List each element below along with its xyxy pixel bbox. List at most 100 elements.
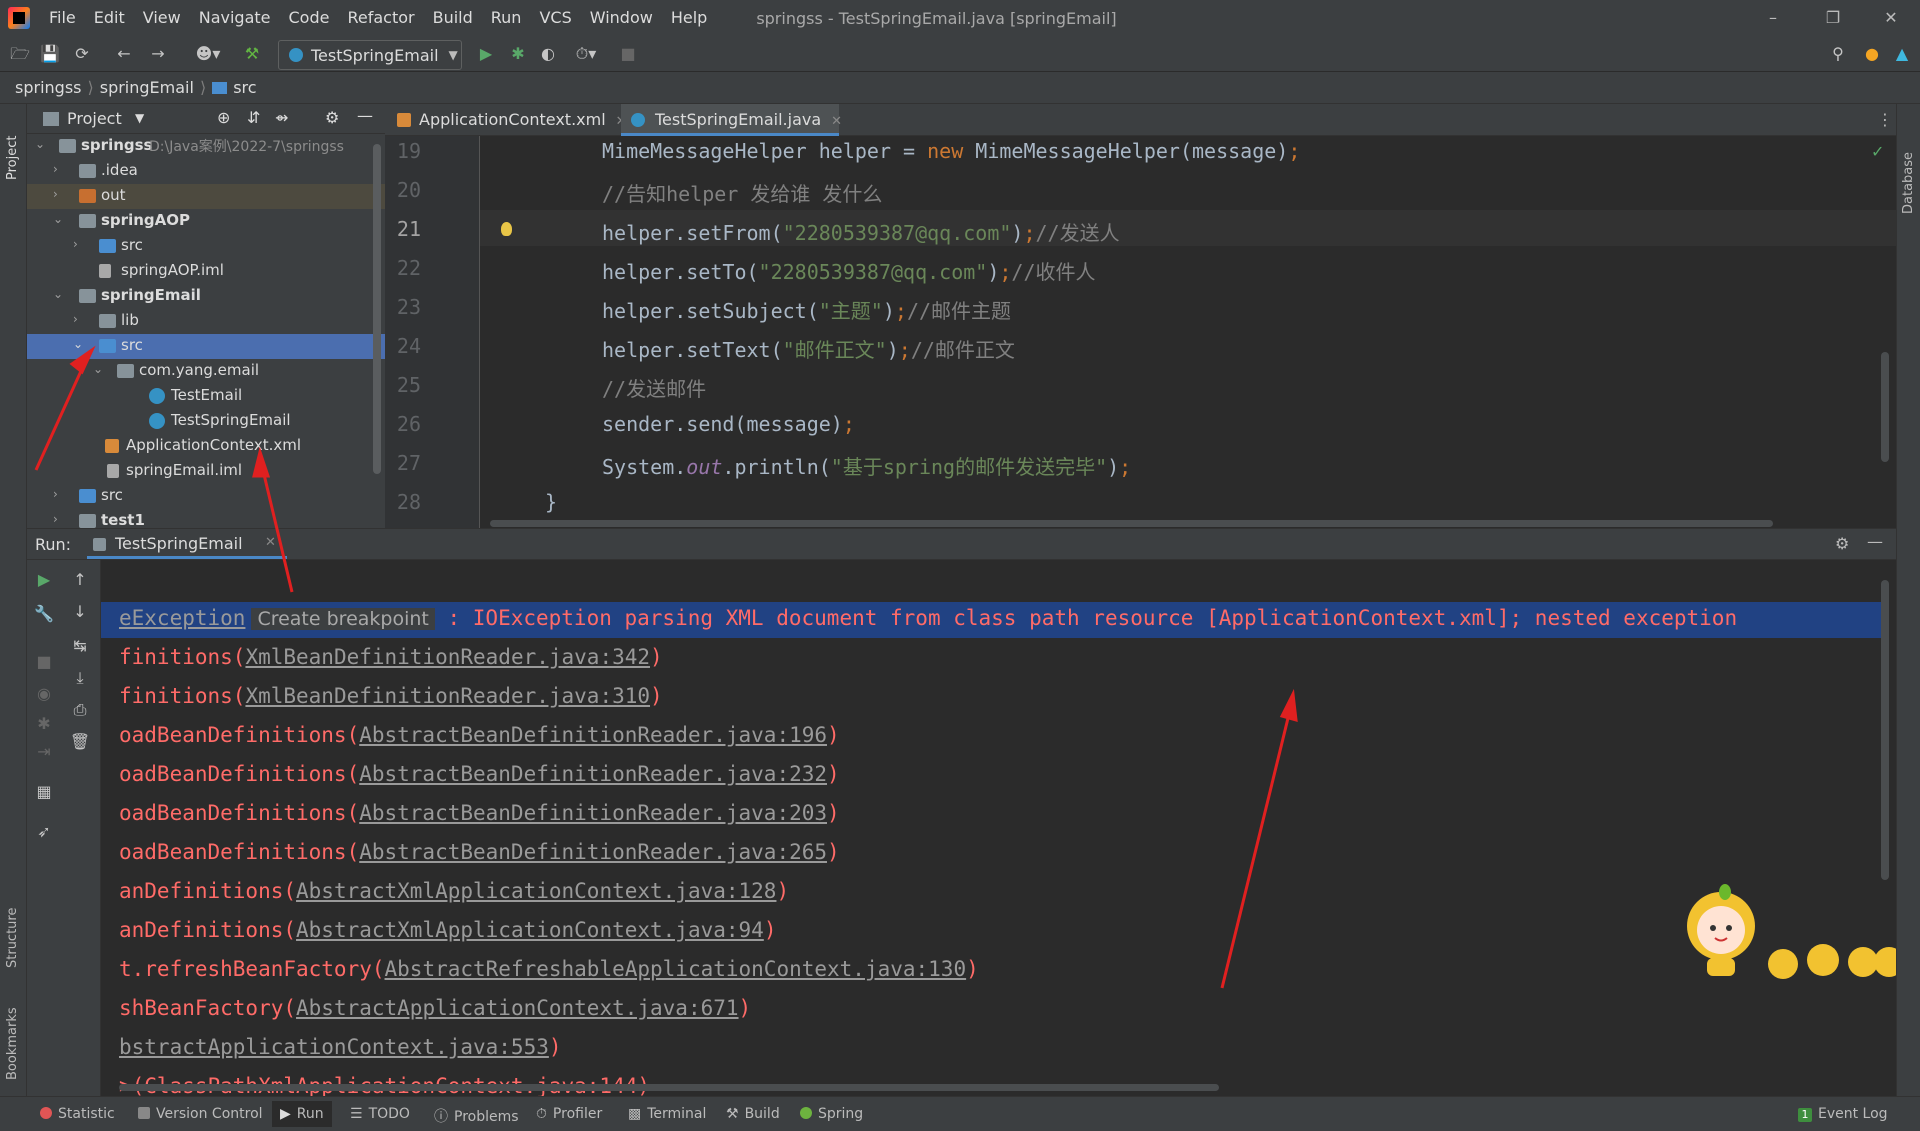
console-output[interactable]: eException Create breakpoint : IOExceptio… [101, 560, 1896, 1096]
chevron-down-icon[interactable]: ⌄ [53, 212, 67, 226]
run-configuration-dropdown[interactable]: TestSpringEmail ▼ [278, 40, 462, 70]
tree-item-out[interactable]: › out [27, 184, 385, 209]
debug-icon[interactable]: ✱ [33, 714, 55, 736]
stack-link[interactable]: AbstractRefreshableApplicationContext.ja… [385, 957, 967, 981]
profiler-tool-button[interactable]: ⏱ Profiler [536, 1106, 602, 1122]
stack-link[interactable]: AbstractXmlApplicationContext.java:128 [296, 879, 776, 903]
up-arrow-icon[interactable]: ↑ [69, 570, 91, 592]
restore-icon[interactable]: ❐ [1804, 0, 1862, 36]
stack-link[interactable]: AbstractBeanDefinitionReader.java:203 [359, 801, 827, 825]
menu-view[interactable]: View [134, 0, 190, 36]
event-log-tool-button[interactable]: 1 Event Log [1798, 1106, 1888, 1122]
hide-panel-icon[interactable]: — [1867, 532, 1883, 551]
structure-tool-button[interactable]: Structure [5, 888, 20, 968]
chevron-down-icon[interactable]: ⌄ [35, 137, 49, 151]
bookmarks-tool-button[interactable]: Bookmarks [5, 990, 20, 1080]
chevron-right-icon[interactable]: › [73, 237, 87, 251]
console-horizontal-scrollbar[interactable] [119, 1084, 1219, 1091]
tree-item-lib[interactable]: › lib [27, 309, 385, 334]
tree-item-springemail-iml[interactable]: springEmail.iml [27, 459, 385, 484]
todo-tool-button[interactable]: ☰ TODO [350, 1106, 410, 1122]
expand-all-icon[interactable]: ⇵ [247, 108, 260, 127]
tree-item-springss[interactable]: ⌄ springss D:\Java案例\2022-7\springss [27, 134, 385, 159]
wrench-icon[interactable]: 🔧 [33, 604, 55, 626]
console-vertical-scrollbar[interactable] [1881, 580, 1889, 880]
tab-testspringemail[interactable]: TestSpringEmail.java ✕ [621, 104, 842, 136]
stop-icon[interactable]: ■ [33, 652, 55, 674]
menu-help[interactable]: Help [662, 0, 716, 36]
close-tab-icon[interactable]: ✕ [265, 535, 276, 550]
tab-applicationcontext[interactable]: ApplicationContext.xml✕ [385, 104, 651, 136]
chevron-down-icon[interactable]: ⌄ [93, 362, 107, 376]
editor-horizontal-scrollbar[interactable] [490, 520, 1773, 527]
menu-file[interactable]: File [40, 0, 85, 36]
sync-icon[interactable]: ⟳ [70, 42, 94, 66]
breadcrumb-module[interactable]: springEmail [100, 78, 194, 97]
stack-link[interactable]: AbstractBeanDefinitionReader.java:265 [359, 840, 827, 864]
chevron-down-icon[interactable]: ▼ [135, 111, 144, 125]
gear-icon[interactable]: ⚙ [325, 108, 339, 127]
exit-icon[interactable]: ⇥ [33, 742, 55, 764]
build-tool-button[interactable]: ⚒ Build [726, 1106, 780, 1122]
down-arrow-icon[interactable]: ↓ [69, 602, 91, 624]
project-tool-button[interactable]: Project [5, 110, 20, 180]
chevron-down-icon[interactable]: ⌄ [73, 337, 87, 351]
stack-link[interactable]: XmlBeanDefinitionReader.java:310 [245, 684, 650, 708]
update-icon[interactable]: ● [1860, 42, 1884, 66]
more-tabs-icon[interactable]: ⋮ [1877, 110, 1893, 129]
hide-panel-icon[interactable]: — [357, 106, 373, 125]
terminal-tool-button[interactable]: ▩ Terminal [628, 1106, 706, 1122]
lightbulb-icon[interactable] [501, 222, 512, 236]
soft-wrap-icon[interactable]: ↹ [69, 636, 91, 658]
create-breakpoint-hint[interactable]: Create breakpoint [251, 608, 435, 630]
save-icon[interactable]: 💾 [38, 42, 62, 66]
exception-link[interactable]: eException [119, 606, 245, 630]
forward-icon[interactable]: → [146, 42, 170, 66]
editor-vertical-scrollbar[interactable] [1881, 352, 1889, 462]
database-tool-button[interactable]: Database [1901, 134, 1916, 214]
tree-item-idea[interactable]: › .idea [27, 159, 385, 184]
breadcrumb-project[interactable]: springss [15, 78, 81, 97]
layout-icon[interactable]: ▦ [33, 782, 55, 804]
open-folder-icon[interactable]: 🗁 [8, 42, 32, 66]
stack-link[interactable]: AbstractBeanDefinitionReader.java:196 [359, 723, 827, 747]
menu-navigate[interactable]: Navigate [190, 0, 280, 36]
chevron-right-icon[interactable]: › [73, 312, 87, 326]
run-tab[interactable]: TestSpringEmail ✕ [87, 529, 287, 559]
menu-edit[interactable]: Edit [85, 0, 134, 36]
stack-link[interactable]: XmlBeanDefinitionReader.java:342 [245, 645, 650, 669]
tree-item-package[interactable]: ⌄ com.yang.email [27, 359, 385, 384]
pin-icon[interactable]: ➶ [33, 822, 55, 844]
rerun-icon[interactable]: ▶ [33, 570, 55, 592]
collapse-all-icon[interactable]: ⇴ [275, 108, 288, 127]
trash-icon[interactable]: 🗑 [69, 732, 91, 754]
debug-icon[interactable]: ✱ [506, 42, 530, 66]
tree-item-springaop-iml[interactable]: springAOP.iml [27, 259, 385, 284]
inspection-ok-icon[interactable]: ✓ [1871, 142, 1884, 161]
coverage-icon[interactable]: ◐ [536, 42, 560, 66]
chevron-right-icon[interactable]: › [53, 487, 67, 501]
locate-icon[interactable]: ⊕ [217, 108, 230, 127]
project-view-title[interactable]: Project [67, 109, 122, 128]
spring-tool-button[interactable]: Spring [800, 1106, 863, 1122]
menu-window[interactable]: Window [581, 0, 662, 36]
menu-build[interactable]: Build [424, 0, 482, 36]
camera-icon[interactable]: ◉ [33, 684, 55, 706]
stop-icon[interactable]: ■ [616, 42, 640, 66]
stack-link[interactable]: bstractApplicationContext.java:553 [119, 1035, 549, 1059]
tree-item-springaop-src[interactable]: › src [27, 234, 385, 259]
breadcrumb-folder[interactable]: src [233, 78, 256, 97]
jetbrains-toolbox-icon[interactable]: ▲ [1890, 42, 1914, 66]
chevron-right-icon[interactable]: › [53, 162, 67, 176]
version-control-tool-button[interactable]: Version Control [138, 1106, 263, 1122]
menu-vcs[interactable]: VCS [530, 0, 580, 36]
close-icon[interactable]: ✕ [1862, 0, 1920, 36]
profile-icon[interactable]: ⏱▾ [568, 42, 604, 66]
tree-item-testspringemail[interactable]: TestSpringEmail [27, 409, 385, 434]
menu-code[interactable]: Code [280, 0, 339, 36]
stack-link[interactable]: AbstractApplicationContext.java:671 [296, 996, 739, 1020]
minimize-icon[interactable]: – [1744, 0, 1802, 36]
menu-run[interactable]: Run [482, 0, 531, 36]
tree-item-test1[interactable]: › test1 [27, 509, 385, 528]
build-hammer-icon[interactable]: ⚒ [240, 42, 264, 66]
